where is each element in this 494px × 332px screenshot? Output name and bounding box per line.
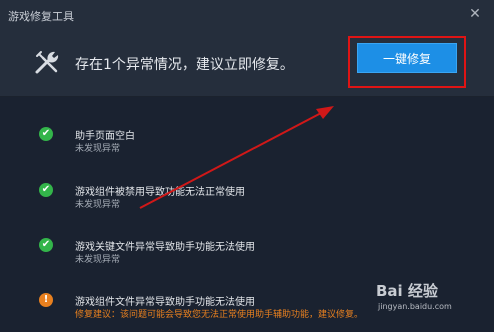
item-title: 助手页面空白 [75,131,135,142]
one-click-fix-button[interactable]: 一键修复 [357,43,457,73]
item-title: 游戏关键文件异常导致助手功能无法使用 [75,242,255,253]
item-status: 修复建议：该问题可能会导致您无法正常使用助手辅助功能，建议修复。 [75,310,364,320]
item-status: 未发现异常 [75,200,121,210]
list-item: ✔ 游戏关键文件异常导致助手功能无法使用 未发现异常 [0,237,494,277]
check-icon: ✔ [39,183,53,197]
check-icon: ✔ [39,238,53,252]
check-icon: ✔ [39,127,53,141]
close-icon[interactable]: ✕ [468,7,482,21]
item-status: 未发现异常 [75,144,121,154]
warning-icon: ! [39,293,53,307]
item-title: 游戏组件被禁用导致功能无法正常使用 [75,187,245,198]
watermark-logo: Bai 经验 [376,282,438,300]
title-bar: 游戏修复工具 ✕ [0,0,494,30]
status-message: 存在1个异常情况，建议立即修复。 [75,57,294,73]
wrench-screwdriver-icon [35,51,59,74]
item-status: 未发现异常 [75,255,121,265]
list-item: ✔ 助手页面空白 未发现异常 [0,126,494,166]
watermark-url: jingyan.baidu.com [378,302,452,311]
item-title: 游戏组件文件异常导致助手功能无法使用 [75,297,255,308]
window-title: 游戏修复工具 [8,10,74,23]
list-item: ✔ 游戏组件被禁用导致功能无法正常使用 未发现异常 [0,182,494,222]
baidu-jingyan-watermark: Bai 经验 jingyan.baidu.com [376,280,490,314]
